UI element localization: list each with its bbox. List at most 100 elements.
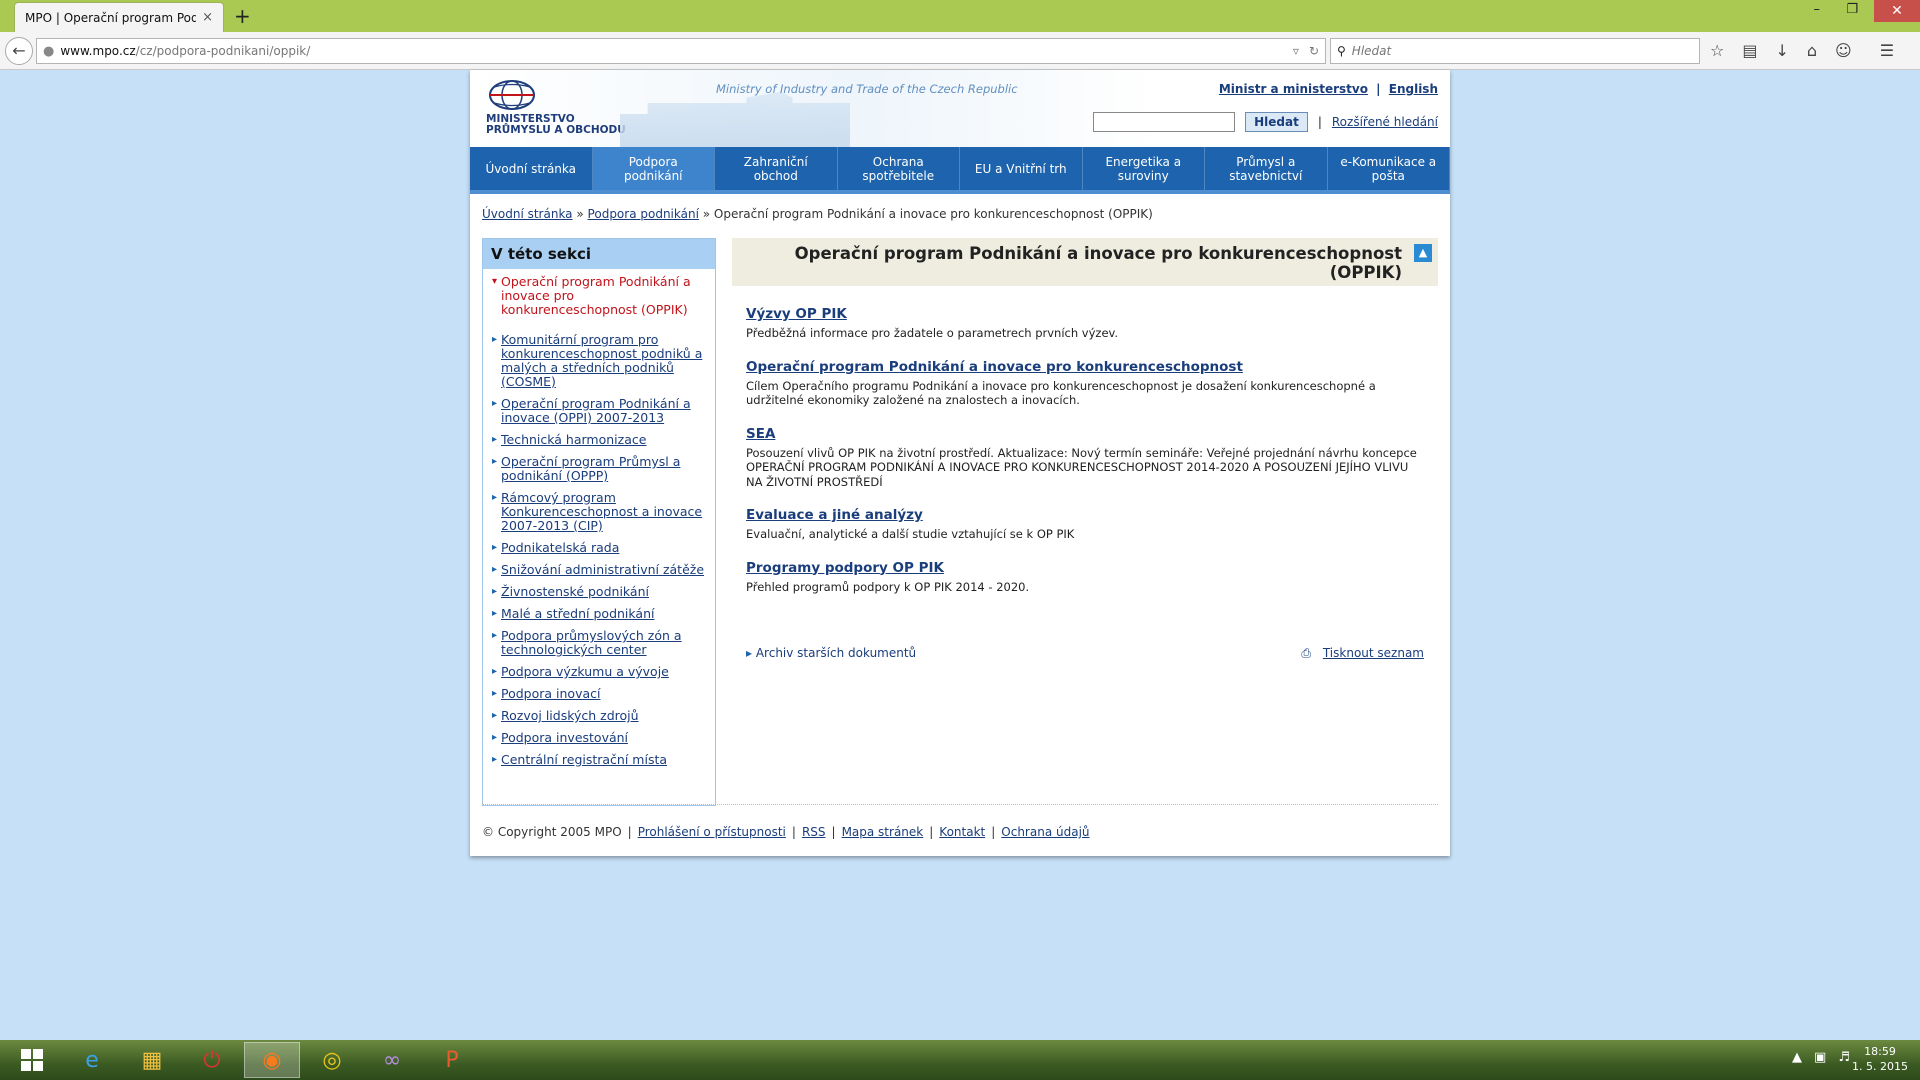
minimize-icon[interactable]: – [1814, 2, 1821, 17]
entry-title-link[interactable]: Výzvy OP PIK [746, 306, 1426, 322]
tab-close-icon[interactable]: × [202, 10, 213, 25]
url-host: www.mpo.cz [60, 44, 136, 58]
firefox-icon[interactable]: ◉ [244, 1042, 300, 1078]
sidebar-link[interactable]: Centrální registrační místa [501, 752, 667, 767]
web-page: MINISTERSTVO PRŮMYSLU A OBCHODU Ministry… [470, 70, 1450, 856]
breadcrumb-section[interactable]: Podpora podnikání [588, 207, 699, 221]
system-tray: ▲ ▣ ♬ [1792, 1050, 1850, 1065]
sidebar-item-human-resources: Rozvoj lidských zdrojů [492, 708, 709, 724]
content-header: Operační program Podnikání a inovace pro… [732, 238, 1438, 286]
site-search-input[interactable] [1093, 112, 1236, 132]
breadcrumb-separator: » [702, 207, 711, 221]
tray-arrow-icon[interactable]: ▲ [1792, 1050, 1802, 1065]
page-title: Operační program Podnikání a inovace pro… [794, 244, 1402, 282]
start-windows-icon[interactable] [4, 1042, 60, 1078]
restore-icon[interactable]: ❐ [1846, 2, 1858, 17]
browser-tab[interactable]: MPO | Operační program Podn... × [14, 2, 224, 32]
sidebar-item-admin-burden: Snižování administrativní zátěže [492, 562, 709, 578]
browser-search-bar[interactable]: ⚲ Hledat [1330, 38, 1700, 64]
download-icon[interactable]: ↓ [1775, 41, 1788, 60]
entry-description: Přehled programů podpory k OP PIK 2014 -… [746, 579, 1030, 594]
ministr-link[interactable]: Ministr a ministerstvo [1219, 82, 1368, 96]
sidebar-link[interactable]: Podnikatelská rada [501, 540, 619, 555]
site-search: Hledat | Rozšířené hledání [1093, 112, 1438, 132]
sidebar-link[interactable]: Operační program Podnikání a inovace (OP… [501, 396, 691, 425]
reading-list-icon[interactable]: ▤ [1742, 41, 1757, 60]
privacy-link[interactable]: Ochrana údajů [1001, 825, 1089, 839]
url-bar[interactable]: ● www.mpo.cz/cz/podpora-podnikani/oppik/… [36, 38, 1326, 64]
print-list-link[interactable]: Tisknout seznam [1323, 646, 1424, 660]
sidebar-item-harmonization: Technická harmonizace [492, 432, 709, 448]
menu-item-home[interactable]: Úvodní stránka [470, 147, 593, 190]
sidebar-link[interactable]: Operační program Podnikání a inovace pro… [501, 274, 691, 317]
globe-icon: ● [43, 43, 55, 59]
volume-icon[interactable]: ♬ [1838, 1050, 1850, 1065]
sidebar-link[interactable]: Operační program Průmysl a podnikání (OP… [501, 454, 680, 483]
menu-item-e-communication[interactable]: e-Komunikace a pošta [1328, 147, 1450, 190]
archive-link[interactable]: Archiv starších dokumentů [746, 646, 916, 660]
entry-description: Evaluační, analytické a další studie vzt… [746, 527, 1075, 541]
entry-title-link[interactable]: Evaluace a jiné analýzy [746, 507, 1426, 523]
sidebar-item-oppik: Operační program Podnikání a inovace pro… [492, 274, 709, 317]
main-menu: Úvodní stránka Podpora podnikání Zahrani… [470, 147, 1450, 194]
menu-item-consumer-protection[interactable]: Ochrana spotřebitele [838, 147, 960, 190]
entry-description: Posouzení vlivů OP PIK na životní prostř… [746, 445, 1417, 489]
sidebar-link[interactable]: Podpora investování [501, 730, 628, 745]
chrome-icon[interactable]: ◎ [304, 1042, 360, 1078]
menu-item-business-support[interactable]: Podpora podnikání [592, 147, 715, 190]
sidebar-link[interactable]: Rozvoj lidských zdrojů [501, 708, 639, 723]
menu-item-industry[interactable]: Průmysl a stavebnictví [1205, 147, 1328, 190]
sidebar-link[interactable]: Živnostenské podnikání [501, 584, 649, 599]
entry-title-link[interactable]: Programy podpory OP PIK [746, 560, 1426, 576]
site-footer: © Copyright 2005 MPO | Prohlášení o přístu… [482, 825, 1090, 839]
list-item: Výzvy OP PIK Předběžná informace pro žad… [746, 306, 1426, 341]
taskbar-clock[interactable]: 18:59 1. 5. 2015 [1852, 1044, 1908, 1074]
sidebar-link[interactable]: Podpora výzkumu a vývoje [501, 664, 669, 679]
dropdown-arrow-icon[interactable]: ▿ [1293, 44, 1299, 58]
visual-studio-icon[interactable]: ∞ [364, 1042, 420, 1078]
contact-link[interactable]: Kontakt [939, 825, 985, 839]
sidebar-item-cosme: Komunitární program pro konkurenceschopn… [492, 332, 709, 389]
home-icon[interactable]: ⌂ [1807, 41, 1817, 60]
clock-time: 18:59 [1864, 1045, 1896, 1058]
new-tab-button[interactable]: + [234, 4, 251, 28]
internet-explorer-icon[interactable]: e [64, 1042, 120, 1078]
breadcrumb-home[interactable]: Úvodní stránka [482, 207, 573, 221]
rss-link[interactable]: RSS [802, 825, 826, 839]
power-app-icon[interactable]: ⏻ [184, 1042, 240, 1078]
bookmark-star-icon[interactable]: ☆ [1710, 41, 1724, 60]
entry-title-link[interactable]: Operační program Podnikání a inovace pro… [746, 359, 1426, 375]
sidebar-link[interactable]: Snižování administrativní zátěže [501, 562, 704, 577]
menu-item-energy[interactable]: Energetika a suroviny [1083, 147, 1205, 190]
sitemap-link[interactable]: Mapa stránek [842, 825, 924, 839]
sidebar-link[interactable]: Podpora průmyslových zón a technologický… [501, 628, 682, 657]
file-explorer-icon[interactable]: ▦ [124, 1042, 180, 1078]
tab-title: MPO | Operační program Podn... [25, 10, 197, 25]
printer-icon[interactable]: ⎙ [1301, 646, 1311, 660]
menu-item-foreign-trade[interactable]: Zahraniční obchod [715, 147, 838, 190]
powerpoint-icon[interactable]: P [424, 1042, 480, 1078]
url-path: /cz/podpora-podnikani/oppik/ [135, 44, 311, 58]
site-search-button[interactable]: Hledat [1245, 112, 1308, 132]
accessibility-link[interactable]: Prohlášení o přístupnosti [638, 825, 786, 839]
sidebar-link[interactable]: Podpora inovací [501, 686, 600, 701]
advanced-search-link[interactable]: Rozšířené hledání [1332, 115, 1438, 129]
entry-title-link[interactable]: SEA [746, 426, 1426, 442]
sidebar-link[interactable]: Rámcový program Konkurenceschopnost a in… [501, 490, 702, 533]
menu-item-eu[interactable]: EU a Vnitřní trh [960, 147, 1083, 190]
browser-navbar: ← ● www.mpo.cz/cz/podpora-podnikani/oppi… [0, 32, 1920, 70]
breadcrumb-current: Operační program Podnikání a inovace pro… [713, 207, 1153, 221]
sitemap-icon[interactable]: ▲ [1414, 244, 1432, 262]
sidebar-link[interactable]: Komunitární program pro konkurenceschopn… [501, 332, 702, 389]
network-icon[interactable]: ▣ [1814, 1050, 1826, 1065]
site-logo[interactable]: MINISTERSTVO PRŮMYSLU A OBCHODU [486, 78, 626, 136]
english-link[interactable]: English [1389, 82, 1438, 96]
reload-icon[interactable]: ↻ [1309, 44, 1319, 58]
sidebar-link[interactable]: Malé a střední podnikání [501, 606, 654, 621]
menu-hamburger-icon[interactable]: ☰ [1880, 41, 1894, 60]
back-button[interactable]: ← [5, 37, 33, 65]
sidebar-link[interactable]: Technická harmonizace [501, 432, 646, 447]
window-close-icon[interactable]: ✕ [1874, 0, 1920, 22]
sidebar-item-registration: Centrální registrační místa [492, 752, 709, 768]
chat-icon[interactable]: ☺ [1835, 41, 1852, 60]
